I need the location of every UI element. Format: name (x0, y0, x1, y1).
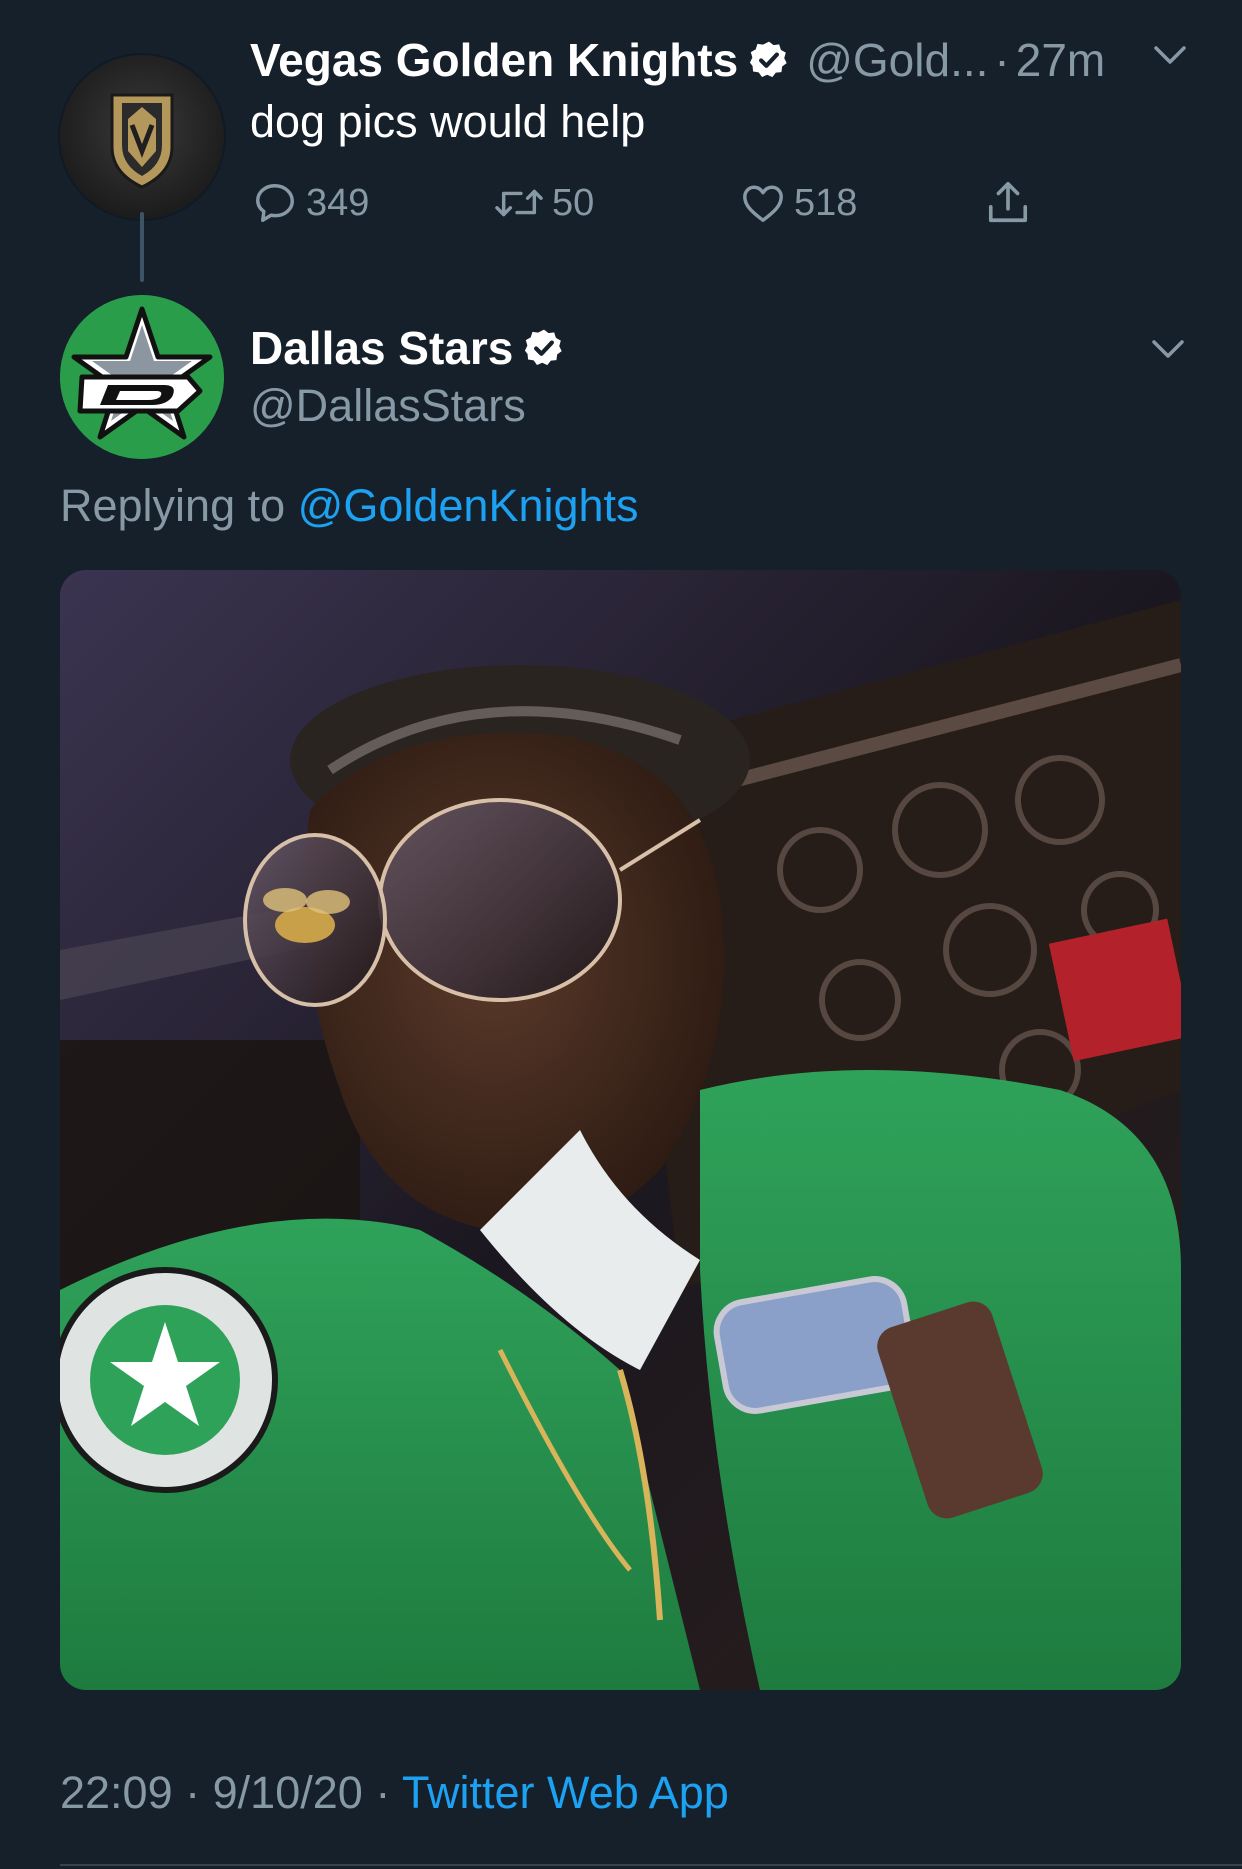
retweet-count: 50 (552, 181, 595, 224)
retweet-icon (495, 189, 543, 217)
parent-tweet-header: Vegas Golden Knights @Gold... · 27m (250, 30, 1105, 90)
verified-badge-icon (525, 329, 563, 366)
parent-timestamp[interactable]: 27m (1016, 33, 1105, 87)
replying-to-label: Replying to (60, 480, 286, 531)
golden-knights-logo-icon (110, 93, 174, 189)
dallas-stars-avatar[interactable] (60, 295, 224, 459)
main-handle[interactable]: @DallasStars (250, 380, 526, 432)
share-icon (988, 182, 1028, 223)
like-count: 518 (794, 181, 858, 224)
thread-connector-line (140, 212, 144, 282)
vegas-golden-knights-avatar[interactable] (60, 55, 224, 219)
meta-separator: · (375, 1767, 391, 1818)
tweet-meta-row: 22:09 · 9/10/20 · Twitter Web App (60, 1767, 729, 1819)
time-separator: · (994, 34, 1010, 86)
bottom-divider (60, 1864, 1242, 1866)
dallas-stars-logo-icon (60, 295, 224, 459)
reply-icon (256, 184, 294, 222)
like-button[interactable]: 518 (740, 180, 857, 226)
main-tweet-header: Dallas Stars (250, 318, 565, 378)
tweet-date: 9/10/20 (212, 1767, 363, 1818)
replying-to-link[interactable]: @GoldenKnights (298, 480, 639, 531)
tweet-media-photo[interactable] (60, 570, 1181, 1690)
parent-tweet-text: dog pics would help (250, 96, 646, 147)
reply-button[interactable]: 349 (252, 180, 369, 226)
replying-to-row: Replying to @GoldenKnights (60, 480, 639, 532)
photo-content (60, 570, 1181, 1690)
tweet-time: 22:09 (60, 1767, 173, 1818)
meta-separator: · (185, 1767, 201, 1818)
parent-handle[interactable]: @Gold... (806, 33, 988, 87)
verified-badge-icon (750, 41, 787, 78)
reply-count: 349 (306, 181, 370, 224)
share-button[interactable] (985, 178, 1039, 228)
parent-display-name[interactable]: Vegas Golden Knights (250, 33, 738, 87)
tweet-source-link[interactable]: Twitter Web App (402, 1767, 729, 1818)
main-display-name[interactable]: Dallas Stars (250, 321, 513, 375)
chevron-down-icon[interactable] (1150, 336, 1186, 362)
chevron-down-icon[interactable] (1152, 42, 1188, 68)
retweet-button[interactable]: 50 (494, 180, 594, 226)
like-icon (743, 185, 783, 222)
